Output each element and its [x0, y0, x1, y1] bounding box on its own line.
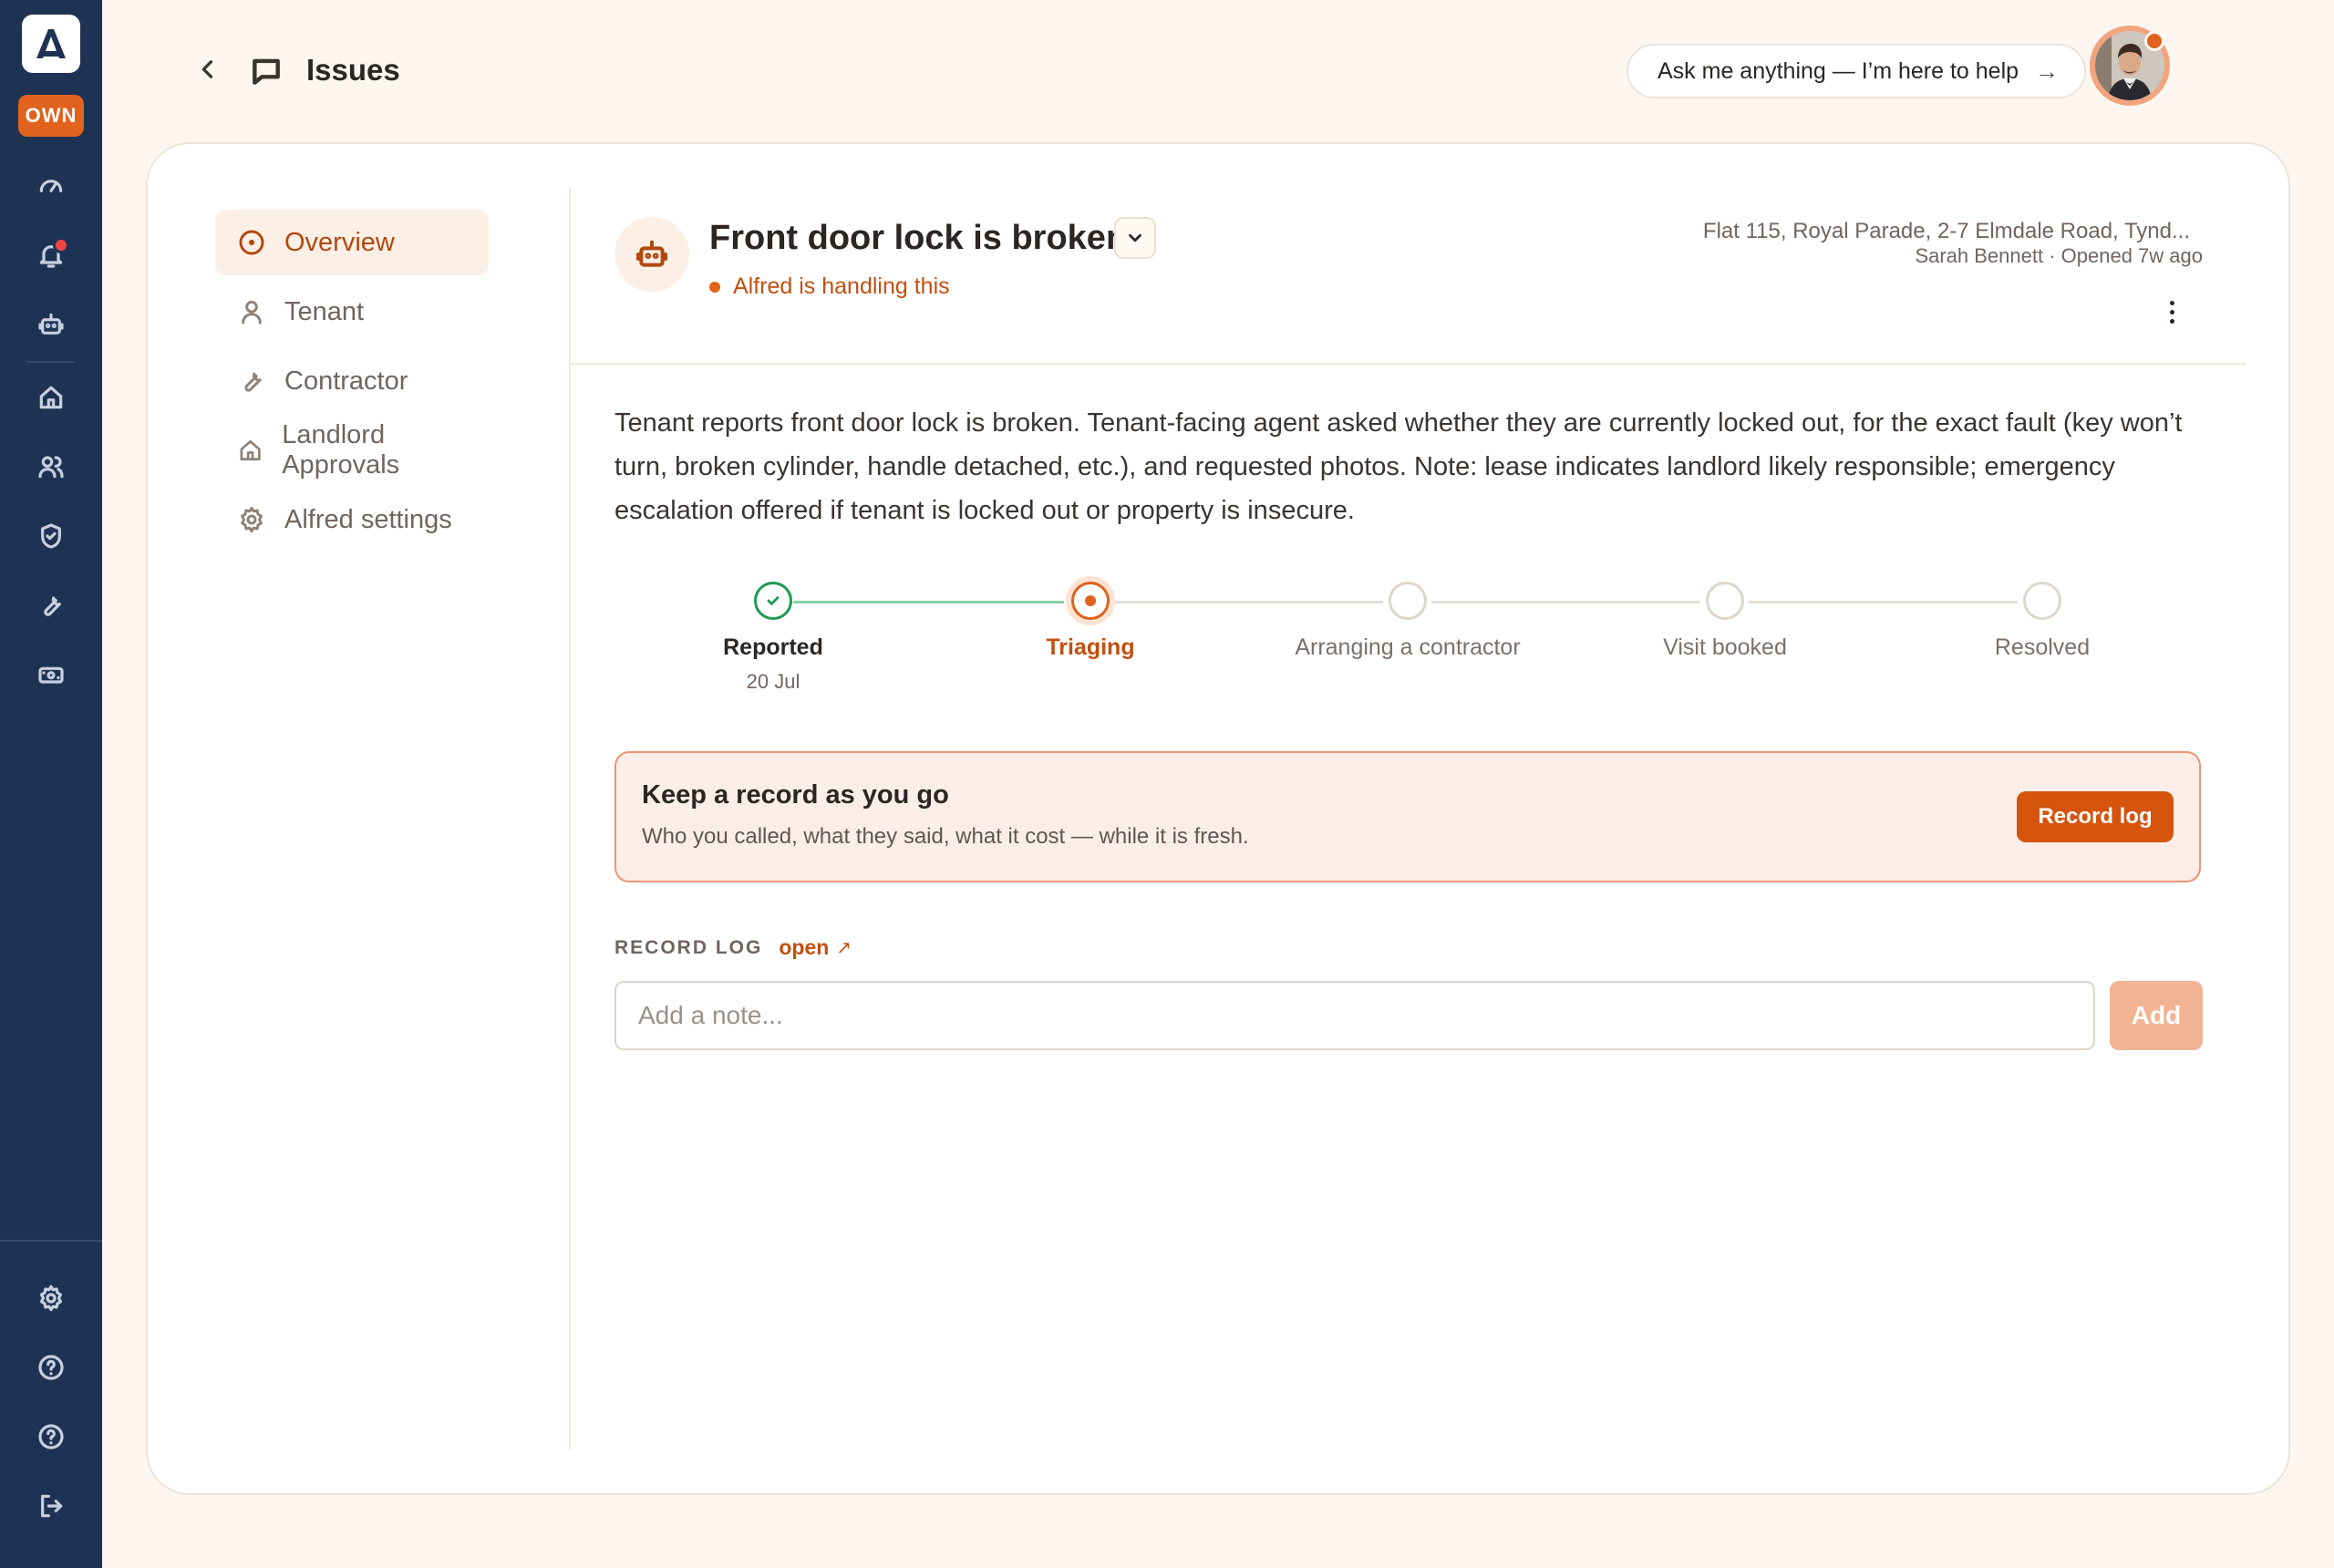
- circle-dot-icon: [239, 230, 264, 255]
- more-options-button[interactable]: [2153, 294, 2190, 330]
- record-log-label: RECORD LOG: [614, 936, 763, 958]
- assistant-prompt-button[interactable]: Ask me anything — I’m here to help →: [1627, 44, 2086, 98]
- bot-icon: [636, 240, 667, 267]
- status-dot: [709, 281, 720, 293]
- record-prompt-subtitle: Who you called, what they said, what it …: [642, 824, 1249, 849]
- home-icon[interactable]: [29, 376, 73, 419]
- subnav-item-tenant[interactable]: Tenant: [215, 279, 489, 345]
- avatar-status-dot: [2144, 31, 2164, 51]
- issue-card: Overview Tenant Contractor Landlord Appr…: [146, 142, 2290, 1495]
- home-icon: [240, 439, 261, 461]
- app-sidebar: OWN: [0, 0, 102, 1568]
- help-icon[interactable]: [29, 1346, 73, 1389]
- app-logo[interactable]: [22, 15, 80, 73]
- subnav-item-alfred-settings[interactable]: Alfred settings: [215, 487, 489, 552]
- step-label: Resolved: [1994, 634, 2091, 660]
- issue-title-dropdown[interactable]: [1114, 217, 1156, 259]
- step-label: Arranging a contractor: [1295, 634, 1521, 660]
- subnav-item-label: Contractor: [284, 366, 408, 396]
- issue-meta: Sarah Bennett · Opened 7w ago: [1915, 244, 2203, 267]
- assistant-prompt-label: Ask me anything — I’m here to help: [1658, 57, 2019, 84]
- logout-icon[interactable]: [29, 1484, 73, 1528]
- step-label: Triaging: [1046, 634, 1135, 660]
- record-log-heading: RECORD LOG open ↗: [614, 935, 852, 960]
- issue-status-label: Alfred is handling this: [733, 273, 950, 299]
- settings-icon[interactable]: [29, 1276, 73, 1320]
- issue-description: Tenant reports front door lock is broken…: [614, 408, 2183, 525]
- step-arranging-contractor: Arranging a contractor: [1289, 582, 1526, 661]
- agent-avatar: [614, 217, 689, 292]
- subnav-divider: [569, 188, 571, 1449]
- users-icon[interactable]: [29, 445, 73, 489]
- step-resolved: Resolved: [1924, 582, 2161, 661]
- subnav-item-label: Overview: [284, 227, 395, 257]
- record-log-button[interactable]: Record log: [2017, 791, 2174, 842]
- step-reported: Reported 20 Jul: [655, 582, 892, 694]
- step-label: Visit booked: [1663, 634, 1787, 660]
- property-address: Flat 115, Royal Parade, 2-7 Elmdale Road…: [1702, 219, 2190, 243]
- bot-icon[interactable]: [29, 303, 73, 346]
- subnav-item-landlord-approvals[interactable]: Landlord Approvals: [215, 418, 489, 483]
- wrench-icon: [244, 372, 262, 392]
- user-avatar[interactable]: [2090, 26, 2170, 106]
- sidebar-divider: [27, 361, 75, 363]
- issue-status: Alfred is handling this: [709, 273, 950, 300]
- step-date: 20 Jul: [746, 670, 800, 693]
- step-label: Reported: [723, 634, 823, 660]
- bell-icon[interactable]: [29, 233, 73, 277]
- header-divider: [571, 363, 2246, 365]
- step-visit-booked: Visit booked: [1606, 582, 1843, 661]
- chevron-down-icon: [1129, 233, 1141, 242]
- subnav-item-contractor[interactable]: Contractor: [215, 348, 489, 414]
- logo-icon: [36, 29, 66, 58]
- chevron-left-icon: [201, 60, 213, 78]
- subnav-item-label: Landlord Approvals: [282, 420, 400, 480]
- progress-stepper: Reported 20 Jul Triaging Arranging a con…: [614, 582, 2201, 709]
- message-square-icon: [246, 51, 286, 91]
- subnav-item-overview[interactable]: Overview: [215, 210, 489, 275]
- current-step-icon: [1071, 582, 1110, 620]
- subnav-item-label: Tenant: [284, 296, 365, 326]
- shield-icon[interactable]: [29, 514, 73, 558]
- help-icon[interactable]: [29, 1415, 73, 1459]
- step-triaging: Triaging: [972, 582, 1209, 661]
- pending-step-icon: [1389, 582, 1427, 620]
- page-title: Issues: [306, 53, 400, 87]
- record-prompt-banner: Keep a record as you go Who you called, …: [614, 751, 2201, 882]
- subnav-item-label: Alfred settings: [284, 504, 452, 534]
- add-note-button[interactable]: Add: [2110, 981, 2203, 1050]
- pending-step-icon: [1706, 582, 1744, 620]
- notification-dot: [53, 237, 69, 253]
- sidebar-bottom-divider: [0, 1240, 102, 1242]
- external-link-icon[interactable]: ↗: [836, 936, 852, 959]
- own-badge[interactable]: OWN: [18, 95, 84, 137]
- pending-step-icon: [2023, 582, 2061, 620]
- back-button[interactable]: [190, 51, 226, 88]
- record-prompt-title: Keep a record as you go: [642, 780, 949, 810]
- record-log-open-link[interactable]: open: [779, 935, 829, 960]
- dashboard-icon[interactable]: [29, 164, 73, 208]
- check-circle-icon: [754, 582, 792, 620]
- wrench-icon[interactable]: [29, 583, 73, 627]
- issue-subnav: Overview Tenant Contractor Landlord Appr…: [215, 210, 489, 556]
- person-icon: [242, 300, 262, 325]
- arrow-right-icon: →: [2035, 57, 2060, 85]
- money-icon[interactable]: [29, 653, 73, 696]
- issue-title: Front door lock is broken: [709, 219, 1128, 257]
- note-input[interactable]: [614, 981, 2095, 1050]
- gear-icon: [241, 506, 263, 533]
